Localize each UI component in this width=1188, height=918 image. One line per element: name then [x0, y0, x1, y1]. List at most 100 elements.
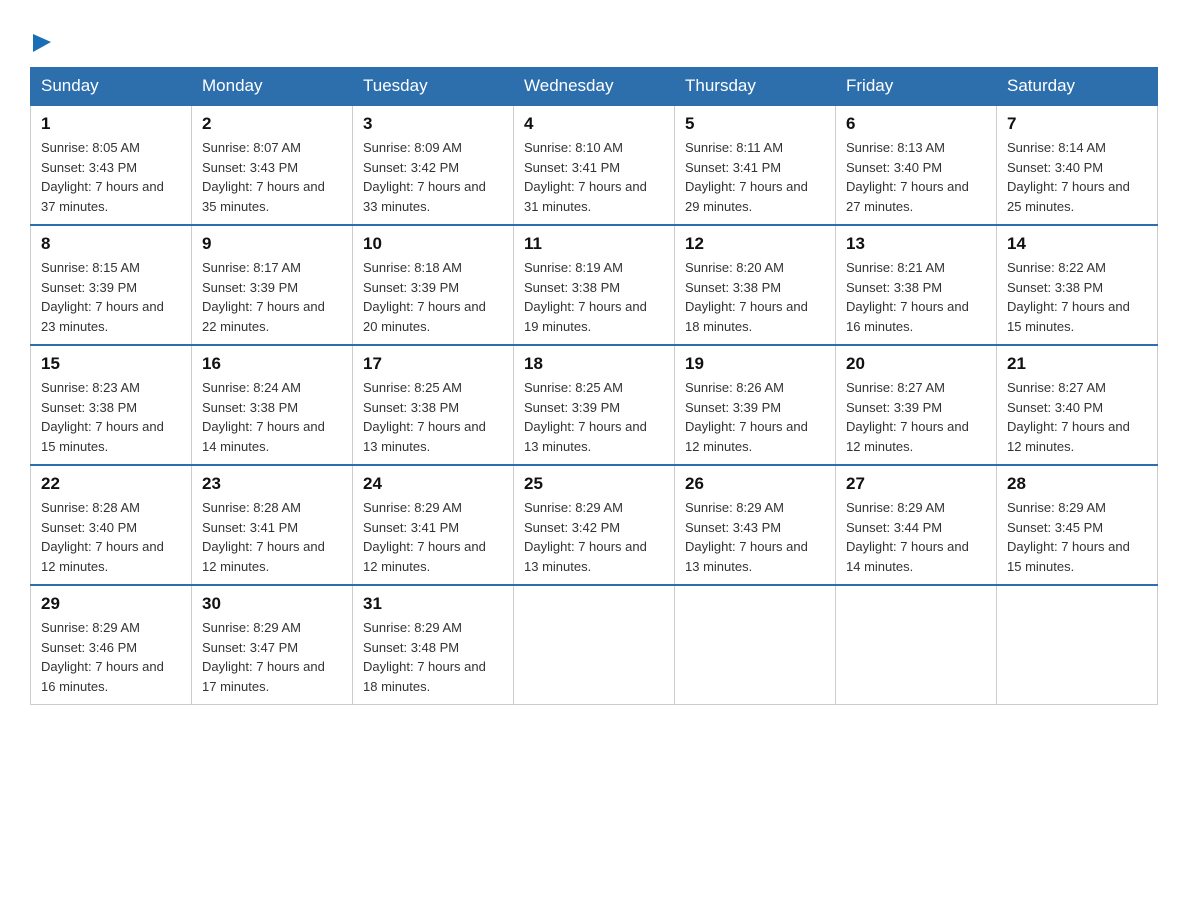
- day-info: Sunrise: 8:29 AM Sunset: 3:48 PM Dayligh…: [363, 618, 503, 696]
- day-info: Sunrise: 8:10 AM Sunset: 3:41 PM Dayligh…: [524, 138, 664, 216]
- calendar-cell: 18 Sunrise: 8:25 AM Sunset: 3:39 PM Dayl…: [514, 345, 675, 465]
- day-of-week-header: Tuesday: [353, 68, 514, 106]
- calendar-cell: 28 Sunrise: 8:29 AM Sunset: 3:45 PM Dayl…: [997, 465, 1158, 585]
- day-number: 28: [1007, 474, 1147, 494]
- day-info: Sunrise: 8:28 AM Sunset: 3:41 PM Dayligh…: [202, 498, 342, 576]
- calendar-cell: 2 Sunrise: 8:07 AM Sunset: 3:43 PM Dayli…: [192, 105, 353, 225]
- day-number: 11: [524, 234, 664, 254]
- day-number: 19: [685, 354, 825, 374]
- day-info: Sunrise: 8:20 AM Sunset: 3:38 PM Dayligh…: [685, 258, 825, 336]
- calendar-cell: 26 Sunrise: 8:29 AM Sunset: 3:43 PM Dayl…: [675, 465, 836, 585]
- day-info: Sunrise: 8:19 AM Sunset: 3:38 PM Dayligh…: [524, 258, 664, 336]
- calendar-cell: 16 Sunrise: 8:24 AM Sunset: 3:38 PM Dayl…: [192, 345, 353, 465]
- day-info: Sunrise: 8:05 AM Sunset: 3:43 PM Dayligh…: [41, 138, 181, 216]
- day-info: Sunrise: 8:18 AM Sunset: 3:39 PM Dayligh…: [363, 258, 503, 336]
- day-info: Sunrise: 8:29 AM Sunset: 3:46 PM Dayligh…: [41, 618, 181, 696]
- day-number: 18: [524, 354, 664, 374]
- calendar-cell: 7 Sunrise: 8:14 AM Sunset: 3:40 PM Dayli…: [997, 105, 1158, 225]
- day-of-week-header: Sunday: [31, 68, 192, 106]
- day-info: Sunrise: 8:28 AM Sunset: 3:40 PM Dayligh…: [41, 498, 181, 576]
- calendar-cell: 11 Sunrise: 8:19 AM Sunset: 3:38 PM Dayl…: [514, 225, 675, 345]
- calendar-cell: [997, 585, 1158, 705]
- calendar-week-row: 8 Sunrise: 8:15 AM Sunset: 3:39 PM Dayli…: [31, 225, 1158, 345]
- calendar-table: SundayMondayTuesdayWednesdayThursdayFrid…: [30, 67, 1158, 705]
- day-number: 14: [1007, 234, 1147, 254]
- calendar-cell: 19 Sunrise: 8:26 AM Sunset: 3:39 PM Dayl…: [675, 345, 836, 465]
- logo: [30, 30, 51, 57]
- day-info: Sunrise: 8:29 AM Sunset: 3:44 PM Dayligh…: [846, 498, 986, 576]
- day-info: Sunrise: 8:29 AM Sunset: 3:41 PM Dayligh…: [363, 498, 503, 576]
- calendar-week-row: 29 Sunrise: 8:29 AM Sunset: 3:46 PM Dayl…: [31, 585, 1158, 705]
- page-header: [30, 30, 1158, 57]
- calendar-cell: 3 Sunrise: 8:09 AM Sunset: 3:42 PM Dayli…: [353, 105, 514, 225]
- day-info: Sunrise: 8:15 AM Sunset: 3:39 PM Dayligh…: [41, 258, 181, 336]
- calendar-cell: 21 Sunrise: 8:27 AM Sunset: 3:40 PM Dayl…: [997, 345, 1158, 465]
- calendar-cell: 6 Sunrise: 8:13 AM Sunset: 3:40 PM Dayli…: [836, 105, 997, 225]
- day-of-week-header: Thursday: [675, 68, 836, 106]
- day-number: 30: [202, 594, 342, 614]
- calendar-cell: 5 Sunrise: 8:11 AM Sunset: 3:41 PM Dayli…: [675, 105, 836, 225]
- day-number: 5: [685, 114, 825, 134]
- day-number: 1: [41, 114, 181, 134]
- day-number: 15: [41, 354, 181, 374]
- calendar-cell: 30 Sunrise: 8:29 AM Sunset: 3:47 PM Dayl…: [192, 585, 353, 705]
- day-info: Sunrise: 8:29 AM Sunset: 3:43 PM Dayligh…: [685, 498, 825, 576]
- calendar-cell: 13 Sunrise: 8:21 AM Sunset: 3:38 PM Dayl…: [836, 225, 997, 345]
- calendar-cell: 10 Sunrise: 8:18 AM Sunset: 3:39 PM Dayl…: [353, 225, 514, 345]
- day-number: 3: [363, 114, 503, 134]
- calendar-cell: 20 Sunrise: 8:27 AM Sunset: 3:39 PM Dayl…: [836, 345, 997, 465]
- calendar-week-row: 22 Sunrise: 8:28 AM Sunset: 3:40 PM Dayl…: [31, 465, 1158, 585]
- day-number: 13: [846, 234, 986, 254]
- day-number: 9: [202, 234, 342, 254]
- day-number: 8: [41, 234, 181, 254]
- day-number: 17: [363, 354, 503, 374]
- calendar-cell: [836, 585, 997, 705]
- day-info: Sunrise: 8:09 AM Sunset: 3:42 PM Dayligh…: [363, 138, 503, 216]
- day-number: 7: [1007, 114, 1147, 134]
- calendar-cell: 14 Sunrise: 8:22 AM Sunset: 3:38 PM Dayl…: [997, 225, 1158, 345]
- calendar-cell: 29 Sunrise: 8:29 AM Sunset: 3:46 PM Dayl…: [31, 585, 192, 705]
- day-info: Sunrise: 8:07 AM Sunset: 3:43 PM Dayligh…: [202, 138, 342, 216]
- calendar-cell: [514, 585, 675, 705]
- calendar-cell: 27 Sunrise: 8:29 AM Sunset: 3:44 PM Dayl…: [836, 465, 997, 585]
- calendar-week-row: 1 Sunrise: 8:05 AM Sunset: 3:43 PM Dayli…: [31, 105, 1158, 225]
- calendar-cell: 4 Sunrise: 8:10 AM Sunset: 3:41 PM Dayli…: [514, 105, 675, 225]
- day-number: 6: [846, 114, 986, 134]
- calendar-cell: 23 Sunrise: 8:28 AM Sunset: 3:41 PM Dayl…: [192, 465, 353, 585]
- calendar-cell: 8 Sunrise: 8:15 AM Sunset: 3:39 PM Dayli…: [31, 225, 192, 345]
- calendar-cell: [675, 585, 836, 705]
- day-info: Sunrise: 8:14 AM Sunset: 3:40 PM Dayligh…: [1007, 138, 1147, 216]
- calendar-cell: 15 Sunrise: 8:23 AM Sunset: 3:38 PM Dayl…: [31, 345, 192, 465]
- day-info: Sunrise: 8:29 AM Sunset: 3:42 PM Dayligh…: [524, 498, 664, 576]
- day-of-week-header: Saturday: [997, 68, 1158, 106]
- day-info: Sunrise: 8:25 AM Sunset: 3:38 PM Dayligh…: [363, 378, 503, 456]
- calendar-cell: 22 Sunrise: 8:28 AM Sunset: 3:40 PM Dayl…: [31, 465, 192, 585]
- day-info: Sunrise: 8:24 AM Sunset: 3:38 PM Dayligh…: [202, 378, 342, 456]
- day-number: 24: [363, 474, 503, 494]
- day-number: 23: [202, 474, 342, 494]
- day-number: 29: [41, 594, 181, 614]
- calendar-cell: 12 Sunrise: 8:20 AM Sunset: 3:38 PM Dayl…: [675, 225, 836, 345]
- day-number: 2: [202, 114, 342, 134]
- calendar-cell: 1 Sunrise: 8:05 AM Sunset: 3:43 PM Dayli…: [31, 105, 192, 225]
- day-number: 12: [685, 234, 825, 254]
- day-info: Sunrise: 8:29 AM Sunset: 3:45 PM Dayligh…: [1007, 498, 1147, 576]
- day-of-week-header: Wednesday: [514, 68, 675, 106]
- day-number: 25: [524, 474, 664, 494]
- calendar-cell: 17 Sunrise: 8:25 AM Sunset: 3:38 PM Dayl…: [353, 345, 514, 465]
- day-number: 21: [1007, 354, 1147, 374]
- day-info: Sunrise: 8:23 AM Sunset: 3:38 PM Dayligh…: [41, 378, 181, 456]
- day-info: Sunrise: 8:13 AM Sunset: 3:40 PM Dayligh…: [846, 138, 986, 216]
- logo-triangle-icon: [33, 32, 51, 57]
- day-info: Sunrise: 8:27 AM Sunset: 3:39 PM Dayligh…: [846, 378, 986, 456]
- day-number: 22: [41, 474, 181, 494]
- calendar-cell: 24 Sunrise: 8:29 AM Sunset: 3:41 PM Dayl…: [353, 465, 514, 585]
- day-info: Sunrise: 8:22 AM Sunset: 3:38 PM Dayligh…: [1007, 258, 1147, 336]
- day-of-week-header: Friday: [836, 68, 997, 106]
- day-number: 4: [524, 114, 664, 134]
- day-info: Sunrise: 8:27 AM Sunset: 3:40 PM Dayligh…: [1007, 378, 1147, 456]
- calendar-header-row: SundayMondayTuesdayWednesdayThursdayFrid…: [31, 68, 1158, 106]
- day-number: 10: [363, 234, 503, 254]
- calendar-cell: 25 Sunrise: 8:29 AM Sunset: 3:42 PM Dayl…: [514, 465, 675, 585]
- calendar-cell: 9 Sunrise: 8:17 AM Sunset: 3:39 PM Dayli…: [192, 225, 353, 345]
